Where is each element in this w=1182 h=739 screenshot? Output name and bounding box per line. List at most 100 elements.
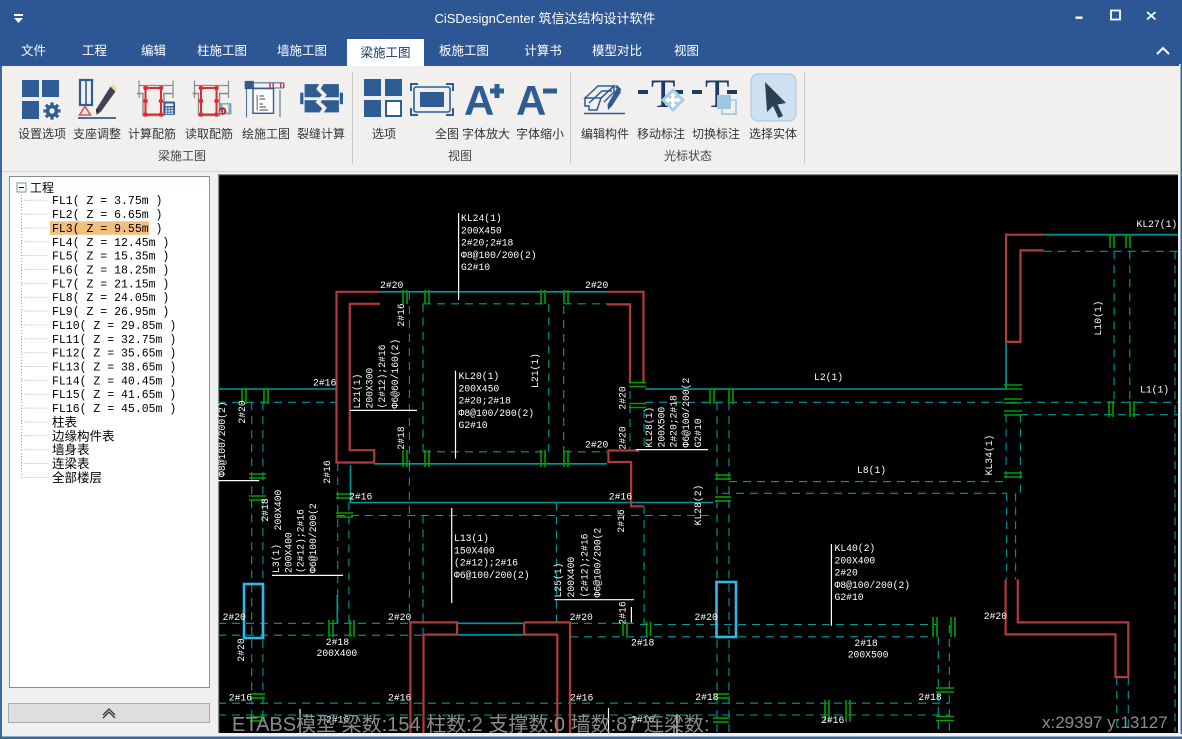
svg-text:L1(1): L1(1) bbox=[1140, 385, 1169, 396]
svg-text:2#16: 2#16 bbox=[396, 303, 407, 326]
svg-text:KL28(1): KL28(1) bbox=[644, 407, 655, 448]
svg-text:Φ6@60/160(2): Φ6@60/160(2) bbox=[390, 339, 401, 409]
svg-text:KL27(1): KL27(1) bbox=[1137, 219, 1178, 230]
svg-text:2#20: 2#20 bbox=[695, 612, 718, 623]
svg-text:连梁表: 连梁表 bbox=[52, 456, 90, 471]
svg-text:柱表: 柱表 bbox=[52, 415, 78, 430]
svg-text:KL24(1): KL24(1) bbox=[461, 213, 502, 224]
svg-text:ETABS模型 梁数:154 柱数:2 支撑数:0 墙数:8: ETABS模型 梁数:154 柱数:2 支撑数:0 墙数:87 连梁数: bbox=[232, 713, 710, 733]
svg-text:200X450: 200X450 bbox=[461, 225, 502, 236]
svg-text:L3(1): L3(1) bbox=[271, 544, 282, 573]
svg-text:G2#10: G2#10 bbox=[835, 592, 864, 603]
svg-text:x:29397 y:13127: x:29397 y:13127 bbox=[1042, 713, 1168, 732]
svg-text:FL13( Z = 38.65m ): FL13( Z = 38.65m ) bbox=[52, 362, 176, 375]
svg-text:2#18: 2#18 bbox=[854, 638, 877, 649]
svg-text:T: T bbox=[705, 71, 729, 116]
svg-text:FL14( Z = 40.45m ): FL14( Z = 40.45m ) bbox=[52, 375, 176, 388]
svg-text:200X500: 200X500 bbox=[656, 407, 667, 448]
svg-text:2#16: 2#16 bbox=[609, 492, 632, 503]
svg-text:字体放大: 字体放大 bbox=[462, 126, 510, 141]
svg-text:2#20: 2#20 bbox=[223, 612, 246, 623]
svg-text:视图: 视图 bbox=[448, 148, 472, 163]
svg-text:200X400: 200X400 bbox=[317, 648, 358, 659]
svg-text:2#20: 2#20 bbox=[236, 638, 247, 661]
svg-text:2#20;2#18: 2#20;2#18 bbox=[459, 396, 512, 407]
svg-text:Φ8@100/200(2): Φ8@100/200(2) bbox=[459, 408, 535, 419]
svg-text:裂缝计算: 裂缝计算 bbox=[297, 126, 345, 141]
svg-text:工程: 工程 bbox=[30, 180, 54, 195]
svg-text:L2(1): L2(1) bbox=[814, 372, 843, 383]
svg-text:2#20: 2#20 bbox=[984, 611, 1007, 622]
svg-text:Φ6@100/200(2: Φ6@100/200(2 bbox=[308, 503, 319, 573]
svg-text:2#16: 2#16 bbox=[313, 378, 336, 389]
svg-text:2#20: 2#20 bbox=[585, 280, 608, 291]
svg-text:2#20: 2#20 bbox=[237, 400, 248, 423]
svg-text:200X500: 200X500 bbox=[848, 650, 889, 661]
svg-text:2#16: 2#16 bbox=[349, 492, 372, 503]
svg-text:KL20(1): KL20(1) bbox=[459, 371, 500, 382]
svg-text:2#20: 2#20 bbox=[618, 426, 629, 449]
svg-text:200X450: 200X450 bbox=[459, 383, 500, 394]
svg-text:2#16: 2#16 bbox=[322, 460, 333, 483]
svg-text:移动标注: 移动标注 bbox=[637, 126, 685, 141]
svg-text:Φ6@100/200(2: Φ6@100/200(2 bbox=[681, 378, 692, 448]
svg-text:2#20: 2#20 bbox=[585, 440, 608, 451]
svg-text:200X400: 200X400 bbox=[566, 557, 577, 598]
svg-text:L10(1): L10(1) bbox=[1093, 301, 1104, 336]
svg-text:2#16: 2#16 bbox=[821, 715, 844, 726]
svg-text:2#18: 2#18 bbox=[326, 637, 349, 648]
svg-text:200X400: 200X400 bbox=[835, 555, 876, 566]
svg-text:FL15( Z = 41.65m ): FL15( Z = 41.65m ) bbox=[52, 389, 176, 402]
svg-text:2#20;2#18: 2#20;2#18 bbox=[461, 238, 514, 249]
svg-text:A: A bbox=[464, 77, 494, 124]
svg-text:G2#10: G2#10 bbox=[461, 262, 490, 273]
svg-text:2#20: 2#20 bbox=[380, 280, 403, 291]
svg-text:2#16: 2#16 bbox=[570, 693, 593, 704]
svg-text:FL2( Z = 6.65m ): FL2( Z = 6.65m ) bbox=[52, 209, 162, 222]
svg-text:2#18: 2#18 bbox=[631, 638, 654, 649]
svg-text:2#20: 2#20 bbox=[835, 568, 858, 579]
svg-text:L13(1): L13(1) bbox=[454, 533, 489, 544]
svg-text:(2#12);2#16: (2#12);2#16 bbox=[579, 533, 590, 597]
svg-text:边缘构件表: 边缘构件表 bbox=[52, 428, 115, 443]
svg-text:FL1( Z = 3.75m ): FL1( Z = 3.75m ) bbox=[52, 195, 162, 208]
svg-text:2#18: 2#18 bbox=[260, 498, 271, 521]
svg-text:编辑构件: 编辑构件 bbox=[581, 126, 629, 141]
svg-text:2#18: 2#18 bbox=[396, 426, 407, 449]
svg-text:(2#12);2#16: (2#12);2#16 bbox=[454, 558, 518, 569]
svg-text:2#16: 2#16 bbox=[616, 509, 627, 532]
svg-text:L21(1): L21(1) bbox=[530, 353, 541, 388]
svg-text:FL10( Z = 29.85m ): FL10( Z = 29.85m ) bbox=[52, 320, 176, 333]
svg-text:FL11( Z = 32.75m ): FL11( Z = 32.75m ) bbox=[52, 334, 176, 347]
svg-text:Φ8@100/200(2): Φ8@100/200(2) bbox=[835, 580, 911, 591]
svg-text:选项: 选项 bbox=[372, 127, 396, 141]
svg-text:2#20: 2#20 bbox=[570, 612, 593, 623]
svg-text:FL12( Z = 35.65m ): FL12( Z = 35.65m ) bbox=[52, 348, 176, 361]
svg-text:2#16: 2#16 bbox=[229, 693, 252, 704]
svg-text:切换标注: 切换标注 bbox=[692, 126, 740, 141]
svg-text:FL4( Z = 12.45m ): FL4( Z = 12.45m ) bbox=[52, 237, 169, 250]
svg-text:(2#12);2#16: (2#12);2#16 bbox=[296, 509, 307, 573]
svg-text:FL5( Z = 15.35m ): FL5( Z = 15.35m ) bbox=[52, 251, 169, 264]
svg-text:FL9( Z = 26.95m ): FL9( Z = 26.95m ) bbox=[52, 306, 169, 319]
svg-text:150X400: 150X400 bbox=[454, 545, 495, 556]
svg-text:LT: LT bbox=[220, 109, 225, 114]
svg-text:Φ6@100/200(2): Φ6@100/200(2) bbox=[454, 570, 530, 581]
svg-text:G2#10: G2#10 bbox=[459, 420, 488, 431]
svg-text:2#18: 2#18 bbox=[918, 692, 941, 703]
svg-text:选择实体: 选择实体 bbox=[749, 126, 797, 141]
svg-text:(2#12);2#16: (2#12);2#16 bbox=[377, 344, 388, 408]
svg-text:全部楼层: 全部楼层 bbox=[52, 470, 102, 485]
svg-text:L8(1): L8(1) bbox=[857, 465, 886, 476]
svg-text:200X400: 200X400 bbox=[273, 489, 284, 530]
svg-text:FL16( Z = 45.05m ): FL16( Z = 45.05m ) bbox=[52, 403, 176, 416]
svg-text:Φ6@100/200(2: Φ6@100/200(2 bbox=[593, 528, 604, 598]
svg-text:L25(1): L25(1) bbox=[553, 563, 564, 598]
svg-text:2#18: 2#18 bbox=[695, 692, 718, 703]
svg-text:200X300: 200X300 bbox=[365, 368, 376, 409]
svg-text:墙身表: 墙身表 bbox=[52, 442, 90, 457]
svg-text:全图: 全图 bbox=[435, 126, 459, 141]
svg-text:KL40(2): KL40(2) bbox=[835, 543, 876, 554]
svg-text:FL8( Z = 24.05m ): FL8( Z = 24.05m ) bbox=[52, 292, 169, 305]
svg-text:200X400: 200X400 bbox=[283, 532, 294, 573]
